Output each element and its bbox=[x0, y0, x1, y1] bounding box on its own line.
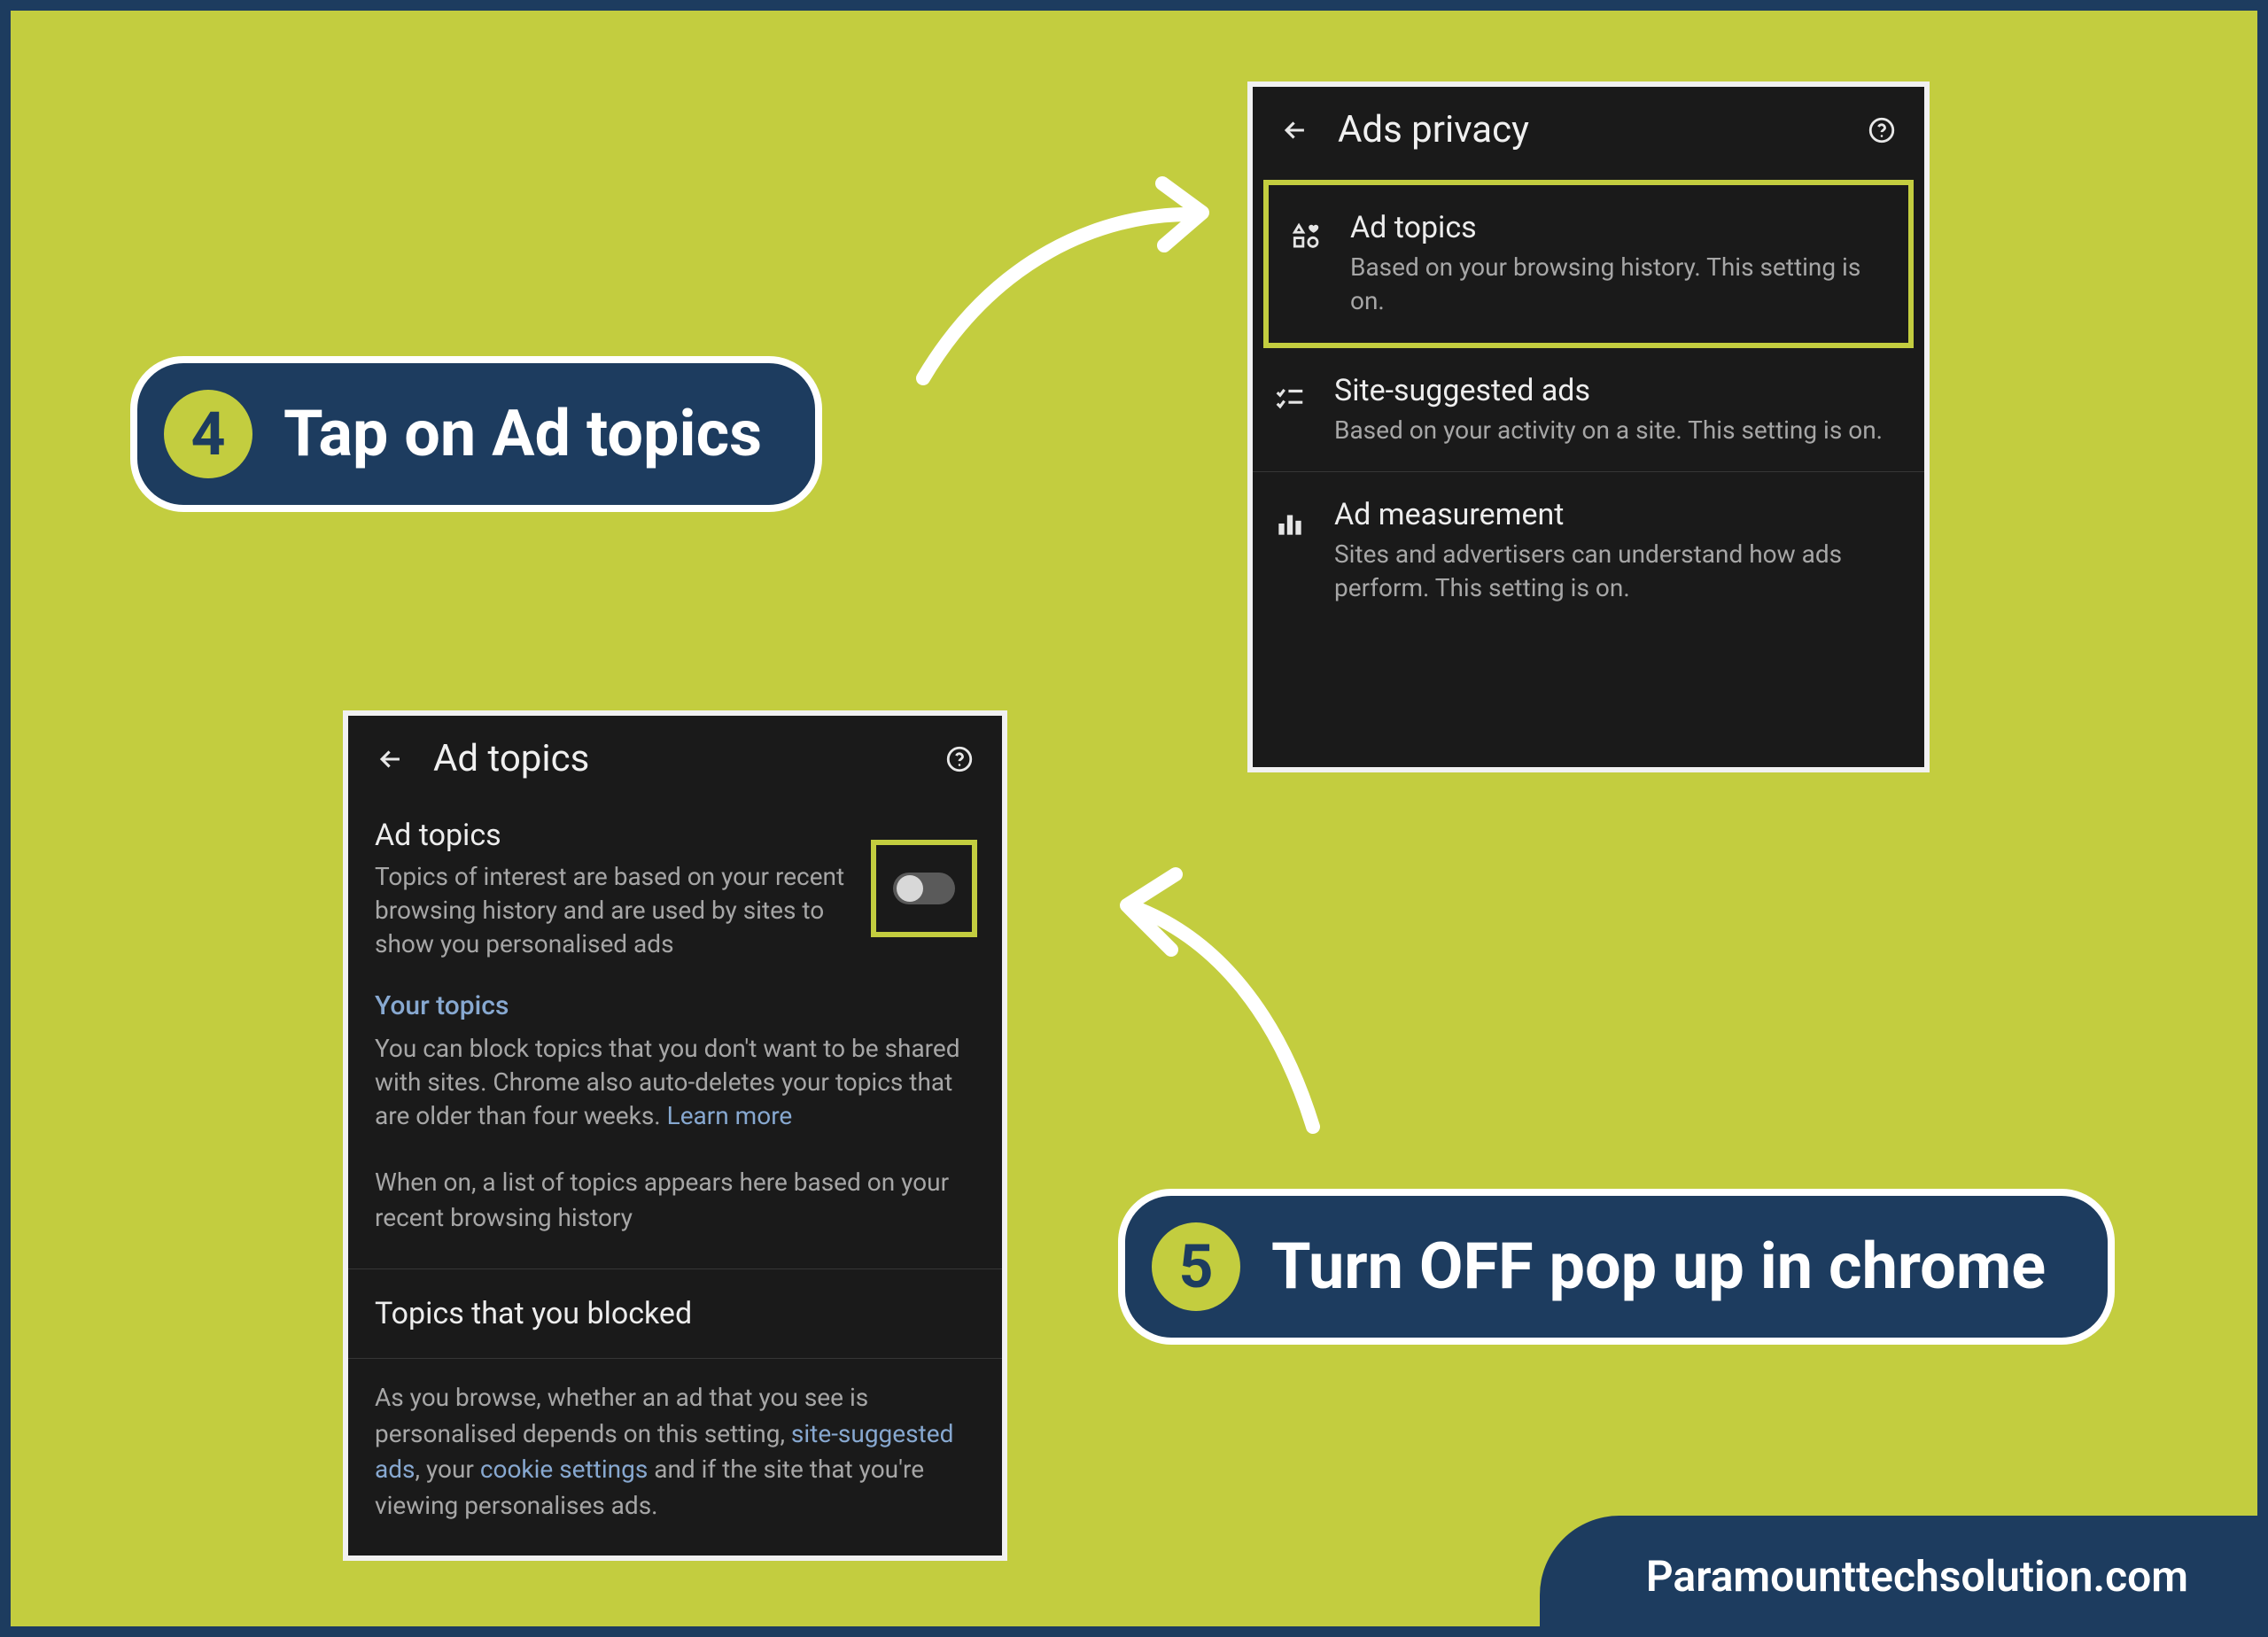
row-ad-measurement[interactable]: Ad measurement Sites and advertisers can… bbox=[1253, 472, 1924, 630]
when-on-note: When on, a list of topics appears here b… bbox=[375, 1165, 975, 1237]
cookie-settings-link[interactable]: cookie settings bbox=[480, 1455, 648, 1484]
step-5-badge: 5 bbox=[1152, 1222, 1240, 1311]
back-arrow-icon[interactable] bbox=[1278, 112, 1313, 148]
brand-footer: Paramounttechsolution.com bbox=[1540, 1516, 2268, 1637]
row-title: Ad topics bbox=[1350, 210, 1884, 245]
learn-more-link[interactable]: Learn more bbox=[667, 1101, 793, 1130]
step-4-callout: 4 Tap on Ad topics bbox=[130, 356, 822, 512]
panel-title: Ad topics bbox=[433, 737, 917, 780]
checklist-icon bbox=[1269, 378, 1311, 421]
shapes-icon bbox=[1285, 215, 1327, 258]
arrow-icon bbox=[1091, 861, 1340, 1153]
row-desc: Sites and advertisers can understand how… bbox=[1334, 538, 1899, 605]
row-desc: Based on your browsing history. This set… bbox=[1350, 251, 1884, 318]
your-topics-desc: You can block topics that you don't want… bbox=[375, 1032, 975, 1132]
arrow-icon bbox=[897, 161, 1233, 392]
ad-topics-toggle[interactable] bbox=[893, 873, 955, 904]
row-site-suggested[interactable]: Site-suggested ads Based on your activit… bbox=[1253, 348, 1924, 473]
step-4-badge: 4 bbox=[164, 390, 252, 478]
ad-topics-panel: Ad topics Ad topics Topics of interest a… bbox=[343, 710, 1007, 1561]
row-desc: Based on your activity on a site. This s… bbox=[1334, 414, 1899, 447]
topics-blocked-row[interactable]: Topics that you blocked bbox=[348, 1268, 1002, 1359]
help-icon[interactable] bbox=[942, 741, 977, 777]
footer-note: As you browse, whether an ad that you se… bbox=[348, 1359, 1002, 1524]
bar-chart-icon bbox=[1269, 502, 1311, 545]
your-topics-heading: Your topics bbox=[375, 990, 975, 1021]
row-ad-topics[interactable]: Ad topics Based on your browsing history… bbox=[1263, 180, 1914, 348]
panel-title: Ads privacy bbox=[1338, 108, 1839, 151]
back-arrow-icon[interactable] bbox=[373, 741, 408, 777]
ad-topics-toggle-highlight bbox=[871, 840, 977, 937]
panel-header: Ad topics bbox=[348, 716, 1002, 802]
row-title: Ad measurement bbox=[1334, 497, 1899, 532]
step-5-callout: 5 Turn OFF pop up in chrome bbox=[1118, 1189, 2115, 1345]
toggle-thumb bbox=[897, 875, 923, 902]
step-4-text: Tap on Ad topics bbox=[284, 398, 762, 471]
step-5-text: Turn OFF pop up in chrome bbox=[1271, 1230, 2046, 1304]
panel-header: Ads privacy bbox=[1253, 87, 1924, 173]
row-title: Site-suggested ads bbox=[1334, 373, 1899, 408]
help-icon[interactable] bbox=[1864, 112, 1899, 148]
ads-privacy-panel: Ads privacy Ad topics Based on your brow… bbox=[1247, 81, 1930, 772]
